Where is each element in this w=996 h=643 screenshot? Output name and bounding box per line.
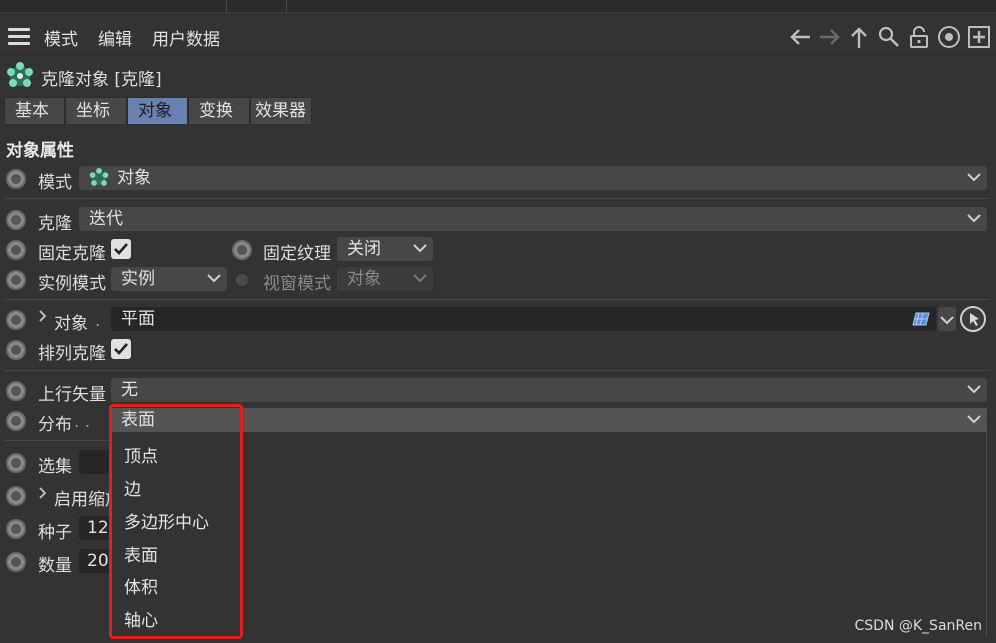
- instance-mode-label: 实例模式: [38, 274, 106, 294]
- arrange-clones-label: 排列克隆: [38, 344, 106, 364]
- distribution-label: 分布: [38, 415, 72, 435]
- clone-select[interactable]: 迭代: [79, 207, 987, 231]
- divider: [4, 370, 990, 371]
- viewport-mode-keyframe-radio: [236, 274, 248, 286]
- object-link-field[interactable]: 平面: [111, 307, 936, 331]
- tab-coordinates[interactable]: 坐标: [65, 97, 127, 125]
- count-value: 20: [87, 551, 109, 571]
- lock-icon[interactable]: [907, 25, 931, 49]
- mode-keyframe-radio[interactable]: [6, 169, 26, 189]
- divider: [4, 299, 990, 300]
- selection-label: 选集: [38, 457, 72, 477]
- instance-mode-value: 实例: [121, 269, 155, 289]
- checkmark-icon: [114, 343, 128, 355]
- fix-texture-label: 固定纹理: [263, 244, 331, 264]
- divider: [4, 198, 990, 199]
- up-arrow-icon[interactable]: [847, 25, 871, 49]
- arrange-clones-checkbox[interactable]: [111, 339, 131, 359]
- chevron-down-icon: [967, 408, 983, 432]
- forward-arrow-icon[interactable]: [818, 25, 842, 49]
- tab-transform[interactable]: 变换: [188, 97, 250, 125]
- menu-mode[interactable]: 模式: [44, 25, 78, 50]
- object-link-dropdown[interactable]: [938, 307, 956, 331]
- top-strip: [0, 0, 996, 13]
- menu-user-data[interactable]: 用户数据: [152, 25, 220, 50]
- clone-label: 克隆: [38, 214, 72, 234]
- expand-chevron-icon[interactable]: [38, 485, 48, 505]
- mode-label: 模式: [38, 173, 72, 193]
- fix-texture-select[interactable]: 关闭: [337, 237, 433, 261]
- tab-effectors[interactable]: 效果器: [250, 97, 312, 125]
- tab-object[interactable]: 对象: [127, 97, 188, 125]
- distribution-label-dots: . .: [74, 412, 91, 432]
- mode-value: 对象: [117, 168, 151, 188]
- count-label: 数量: [38, 556, 72, 576]
- new-panel-icon[interactable]: [967, 25, 991, 49]
- menu-bar: 模式 编辑 用户数据: [0, 19, 996, 55]
- plane-object-icon: [912, 312, 930, 326]
- instance-mode-keyframe-radio[interactable]: [6, 270, 26, 290]
- clone-value: 迭代: [89, 209, 123, 229]
- search-icon[interactable]: [877, 25, 901, 49]
- object-title: 克隆对象 [克隆]: [41, 70, 162, 90]
- cloner-object-icon: [7, 62, 33, 87]
- divider: [4, 440, 110, 441]
- object-label-dots: .: [95, 311, 101, 331]
- viewport-mode-label: 视窗模式: [263, 274, 331, 294]
- up-vector-keyframe-radio[interactable]: [6, 381, 26, 401]
- watermark: CSDN @K_SanRen: [854, 618, 982, 634]
- mode-select[interactable]: 对象: [79, 166, 987, 190]
- fix-clone-keyframe-radio[interactable]: [6, 240, 26, 260]
- chevron-down-icon: [967, 378, 983, 402]
- target-icon[interactable]: [937, 25, 961, 49]
- chevron-down-icon: [207, 267, 223, 291]
- up-vector-value: 无: [121, 380, 138, 400]
- checkmark-icon: [114, 243, 128, 255]
- fix-texture-keyframe-radio[interactable]: [232, 240, 252, 260]
- fix-clone-checkbox[interactable]: [111, 239, 131, 259]
- hamburger-menu-icon[interactable]: [8, 28, 30, 46]
- fix-texture-value: 关闭: [347, 239, 381, 259]
- count-keyframe-radio[interactable]: [6, 552, 26, 572]
- object-keyframe-radio[interactable]: [6, 310, 26, 330]
- pick-object-cursor-icon[interactable]: [960, 306, 986, 332]
- expand-chevron-icon[interactable]: [38, 309, 48, 327]
- cloner-object-icon: [89, 168, 109, 186]
- up-vector-select[interactable]: 无: [111, 378, 987, 402]
- up-vector-label: 上行矢量: [38, 385, 106, 405]
- tab-bar: 基本 坐标 对象 变换 效果器: [4, 97, 312, 125]
- clone-keyframe-radio[interactable]: [6, 210, 26, 230]
- chevron-down-icon: [967, 207, 983, 231]
- viewport-mode-value: 对象: [347, 269, 381, 289]
- section-title: 对象属性: [6, 141, 74, 161]
- chevron-down-icon: [967, 166, 983, 190]
- object-link-value: 平面: [121, 309, 155, 329]
- enable-scale-keyframe-radio[interactable]: [6, 486, 26, 506]
- chevron-down-icon: [413, 237, 429, 261]
- menu-edit[interactable]: 编辑: [98, 25, 132, 50]
- annotation-highlight-box: [109, 404, 243, 639]
- arrange-clones-keyframe-radio[interactable]: [6, 340, 26, 360]
- tab-basic[interactable]: 基本: [4, 97, 65, 125]
- back-arrow-icon[interactable]: [788, 25, 812, 49]
- seed-keyframe-radio[interactable]: [6, 519, 26, 539]
- viewport-mode-select: 对象: [337, 267, 433, 291]
- distribution-keyframe-radio[interactable]: [6, 411, 26, 431]
- instance-mode-select[interactable]: 实例: [111, 267, 227, 291]
- seed-label: 种子: [38, 523, 72, 543]
- fix-clone-label: 固定克隆: [38, 244, 106, 264]
- chevron-down-icon: [940, 316, 954, 325]
- selection-keyframe-radio[interactable]: [6, 453, 26, 473]
- chevron-down-icon: [413, 267, 429, 291]
- object-label: 对象: [54, 314, 88, 334]
